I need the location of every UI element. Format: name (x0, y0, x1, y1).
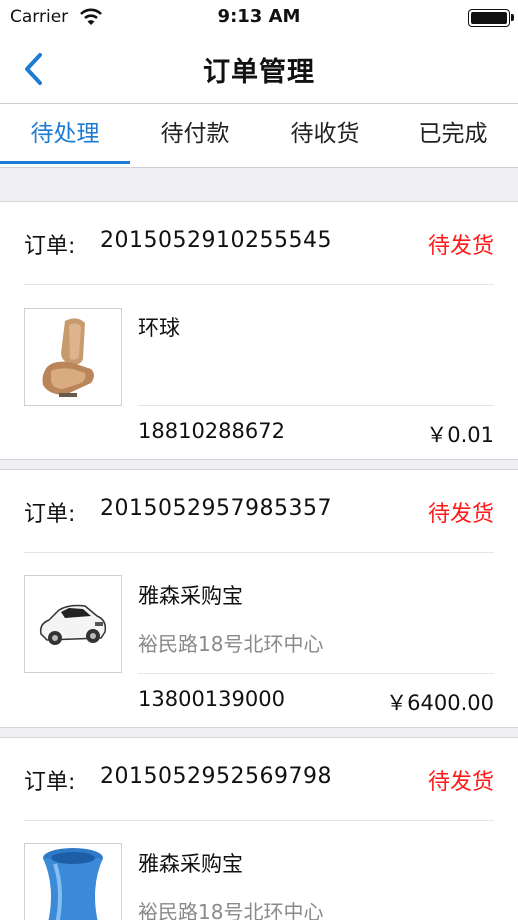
divider (138, 405, 494, 406)
tab-to-receive[interactable]: 待收货 (260, 104, 390, 167)
status-bar: Carrier 9:13 AM (0, 0, 518, 36)
order-price: ￥6400.00 (386, 691, 494, 715)
order-card[interactable]: 订单: 2015052910255545 待发货 环球 18810288672 … (0, 201, 518, 460)
product-image[interactable] (24, 308, 122, 406)
shipping-address: 裕民路18号北环中心 (138, 632, 324, 656)
order-status: 待发货 (427, 770, 494, 795)
active-tab-indicator (0, 161, 130, 164)
tab-unpaid[interactable]: 待付款 (130, 104, 260, 167)
tab-completed[interactable]: 已完成 (388, 104, 518, 167)
order-number-label: 订单: (24, 502, 76, 527)
battery-icon (468, 9, 514, 27)
order-header: 订单: 2015052910255545 待发货 (0, 202, 518, 285)
blue-part-image (43, 848, 103, 920)
order-header: 订单: 2015052952569798 待发货 (0, 738, 518, 821)
order-header: 订单: 2015052957985357 待发货 (0, 470, 518, 553)
shipping-address: 裕民路18号北环中心 (138, 900, 324, 920)
order-status: 待发货 (427, 234, 494, 259)
tab-bar: 待处理 待付款 待收货 已完成 (0, 104, 518, 168)
contact-phone: 13800139000 (138, 687, 285, 711)
divider (24, 820, 494, 821)
divider (138, 673, 494, 674)
order-number: 2015052957985357 (100, 496, 332, 521)
order-number-label: 订单: (24, 770, 76, 795)
car-seat-image (42, 318, 94, 397)
status-time: 9:13 AM (217, 6, 301, 27)
product-title: 雅森采购宝 (138, 584, 243, 608)
order-card[interactable]: 订单: 2015052952569798 待发货 雅森采购宝 裕民路18号北环中… (0, 737, 518, 920)
page-title: 订单管理 (203, 57, 315, 88)
nav-bar: 订单管理 (0, 36, 518, 104)
contact-phone: 18810288672 (138, 419, 285, 443)
product-title: 雅森采购宝 (138, 852, 243, 876)
divider (24, 284, 494, 285)
product-image[interactable] (24, 575, 122, 673)
divider (24, 552, 494, 553)
order-number-label: 订单: (24, 234, 76, 259)
product-title: 环球 (138, 316, 180, 340)
order-number: 2015052910255545 (100, 228, 332, 253)
order-price: ￥0.01 (426, 423, 494, 447)
car-image (39, 604, 107, 645)
tab-pending[interactable]: 待处理 (0, 104, 130, 167)
order-number: 2015052952569798 (100, 764, 332, 789)
order-status: 待发货 (427, 502, 494, 527)
product-image[interactable] (24, 843, 122, 920)
order-card[interactable]: 订单: 2015052957985357 待发货 雅森采购宝 裕民路18号北环中… (0, 469, 518, 728)
